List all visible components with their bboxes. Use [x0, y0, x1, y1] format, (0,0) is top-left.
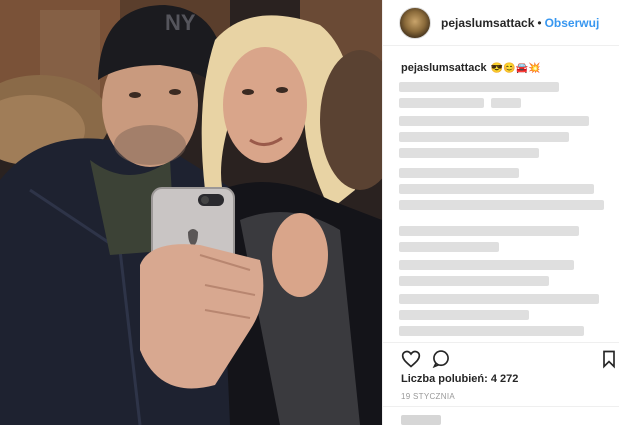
comment-icon[interactable]: [431, 349, 451, 369]
blurred-comment-input[interactable]: [401, 415, 441, 425]
caption-username[interactable]: pejaslumsattack: [401, 62, 487, 74]
bookmark-icon[interactable]: [599, 349, 619, 369]
post-date: 19 STYCZNIA: [401, 392, 455, 401]
blurred-caption: [399, 80, 604, 340]
username-link[interactable]: pejaslumsattack: [441, 16, 534, 30]
post-photo[interactable]: NY: [0, 0, 382, 425]
likes-count[interactable]: Liczba polubień: 4 272: [401, 373, 518, 385]
follow-button[interactable]: Obserwuj: [545, 16, 600, 30]
separator-dot: •: [537, 15, 542, 30]
post-header: pejaslumsattack • Obserwuj: [383, 0, 619, 46]
caption-header: pejaslumsattack 😎😊🚘💥: [401, 62, 540, 74]
heart-icon[interactable]: [401, 349, 421, 369]
divider: [383, 406, 619, 407]
photo-illustration: NY: [0, 0, 382, 425]
caption-emoji: 😎😊🚘💥: [490, 62, 541, 74]
avatar[interactable]: [399, 6, 431, 39]
post-sidebar: pejaslumsattack • Obserwuj pejaslumsatta…: [382, 0, 619, 425]
action-bar: [383, 342, 619, 371]
svg-text:NY: NY: [165, 10, 196, 35]
